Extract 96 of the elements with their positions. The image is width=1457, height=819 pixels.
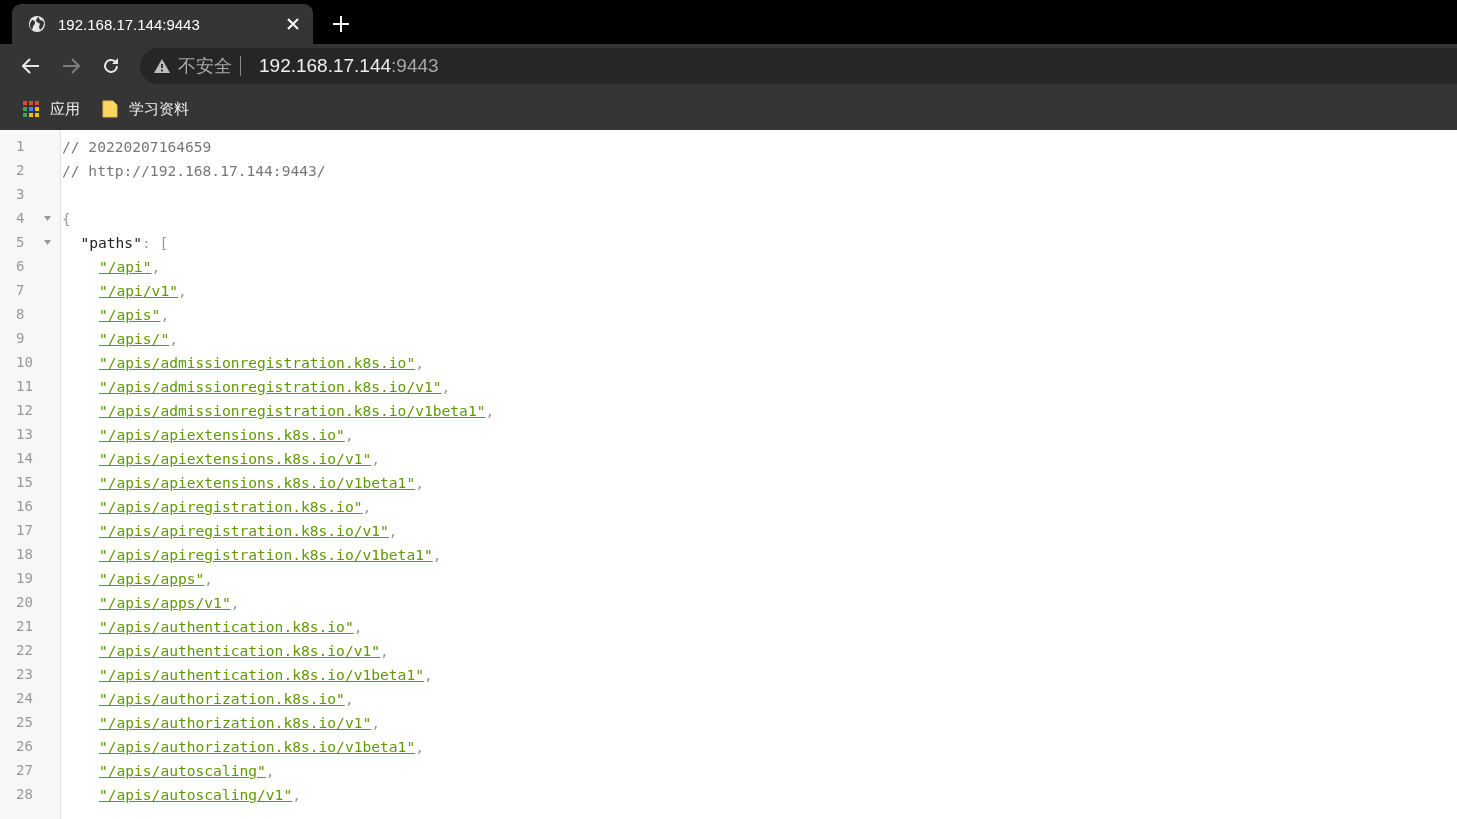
warning-icon <box>154 59 170 73</box>
path-link[interactable]: "/api/v1" <box>98 281 178 299</box>
path-link[interactable]: "/apis/" <box>98 329 170 347</box>
comma: , <box>344 689 354 707</box>
comma: , <box>388 521 398 539</box>
comma: , <box>380 641 389 659</box>
grid-icon <box>23 101 39 117</box>
comma: , <box>441 377 451 395</box>
comma: , <box>353 617 363 635</box>
comma: , <box>371 449 381 467</box>
line-number: 23 <box>15 666 34 682</box>
path-link[interactable]: "/apis/authorization.k8s.io/v1" <box>98 713 372 731</box>
path-link[interactable]: "/apis/autoscaling" <box>98 761 266 779</box>
line-number: 4 <box>15 210 26 226</box>
comma: , <box>432 545 442 563</box>
browser-tab[interactable]: 192.168.17.144:9443 <box>12 4 313 44</box>
comma: , <box>169 329 178 347</box>
comma: , <box>151 257 161 275</box>
bookmark-item[interactable]: 学习资料 <box>102 99 189 119</box>
line-number: 21 <box>15 618 34 634</box>
reload-icon[interactable] <box>102 57 120 75</box>
line-number: 12 <box>15 402 34 418</box>
comma: , <box>160 305 170 323</box>
path-link[interactable]: "/apis/authentication.k8s.io" <box>98 617 354 635</box>
path-link[interactable]: "/apis/authorization.k8s.io/v1beta1" <box>98 737 416 755</box>
comma: , <box>424 665 433 683</box>
fold-triangle-icon[interactable] <box>43 215 51 221</box>
line-number: 3 <box>15 186 26 202</box>
path-link[interactable]: "/apis/authentication.k8s.io/v1" <box>98 641 381 659</box>
line-number: 19 <box>15 570 34 586</box>
line-number: 26 <box>15 738 34 754</box>
path-link[interactable]: "/apis/autoscaling/v1" <box>98 785 293 803</box>
comma: , <box>230 593 240 611</box>
line-number: 7 <box>15 282 26 298</box>
back-arrow-icon[interactable] <box>22 58 40 74</box>
line-number: 17 <box>15 522 34 538</box>
path-link[interactable]: "/api" <box>98 257 152 275</box>
path-link[interactable]: "/apis/admissionregistration.k8s.io/v1beta1" <box>98 401 486 419</box>
line-number: 6 <box>15 258 26 274</box>
code-punctuation: : [ <box>141 233 169 251</box>
code-brace: { <box>62 209 71 227</box>
comma: , <box>292 785 301 803</box>
close-icon[interactable] <box>287 18 299 30</box>
line-number: 20 <box>15 594 34 610</box>
address-bar[interactable]: 不安全 192.168.17.144:9443 <box>140 48 1457 84</box>
comma: , <box>177 281 187 299</box>
path-link[interactable]: "/apis/apiextensions.k8s.io/v1beta1" <box>98 473 416 491</box>
new-tab-icon[interactable] <box>333 16 349 32</box>
line-number: 28 <box>15 786 34 802</box>
line-number: 5 <box>15 234 26 250</box>
tab-title: 192.168.17.144:9443 <box>58 15 201 33</box>
line-number: 10 <box>15 354 34 370</box>
line-number: 16 <box>15 498 34 514</box>
line-number: 25 <box>15 714 34 730</box>
line-number: 14 <box>15 450 34 466</box>
path-link[interactable]: "/apis/admissionregistration.k8s.io/v1" <box>98 377 442 395</box>
path-link[interactable]: "/apis/apps" <box>98 569 205 587</box>
path-link[interactable]: "/apis/apiregistration.k8s.io" <box>98 497 363 515</box>
line-number: 1 <box>15 138 26 154</box>
security-label: 不安全 <box>178 55 232 78</box>
folder-icon <box>102 100 118 118</box>
line-number: 24 <box>15 690 34 706</box>
line-number: 13 <box>15 426 34 442</box>
globe-icon <box>28 15 46 33</box>
path-link[interactable]: "/apis/authorization.k8s.io" <box>98 689 345 707</box>
url-text: 192.168.17.144:9443 <box>259 55 439 77</box>
code-comment: // 20220207164659 <box>62 137 212 155</box>
comma: , <box>204 569 214 587</box>
comma: , <box>362 497 372 515</box>
path-link[interactable]: "/apis/apiregistration.k8s.io/v1beta1" <box>98 545 433 563</box>
line-number: 22 <box>15 642 34 658</box>
comma: , <box>344 425 354 443</box>
bookmark-item[interactable]: 应用 <box>23 99 80 119</box>
path-link[interactable]: "/apis/apiextensions.k8s.io" <box>98 425 345 443</box>
comma: , <box>415 353 424 371</box>
json-key: "paths" <box>80 233 142 251</box>
fold-triangle-icon[interactable] <box>43 239 51 245</box>
line-number: 15 <box>15 474 34 490</box>
line-number: 18 <box>15 546 34 562</box>
comma: , <box>415 737 424 755</box>
line-number: 11 <box>15 378 34 394</box>
code-comment: // http://192.168.17.144:9443/ <box>62 161 326 179</box>
path-link[interactable]: "/apis" <box>98 305 161 323</box>
line-number: 9 <box>15 330 26 346</box>
path-link[interactable]: "/apis/admissionregistration.k8s.io" <box>98 353 416 371</box>
line-number: 27 <box>15 762 34 778</box>
comma: , <box>265 761 275 779</box>
line-number: 8 <box>15 306 26 322</box>
comma: , <box>415 473 424 491</box>
line-number: 2 <box>15 162 26 178</box>
path-link[interactable]: "/apis/apiregistration.k8s.io/v1" <box>98 521 389 539</box>
path-link[interactable]: "/apis/apps/v1" <box>98 593 231 611</box>
path-link[interactable]: "/apis/authentication.k8s.io/v1beta1" <box>98 665 424 683</box>
comma: , <box>485 401 495 419</box>
comma: , <box>371 713 381 731</box>
path-link[interactable]: "/apis/apiextensions.k8s.io/v1" <box>98 449 372 467</box>
